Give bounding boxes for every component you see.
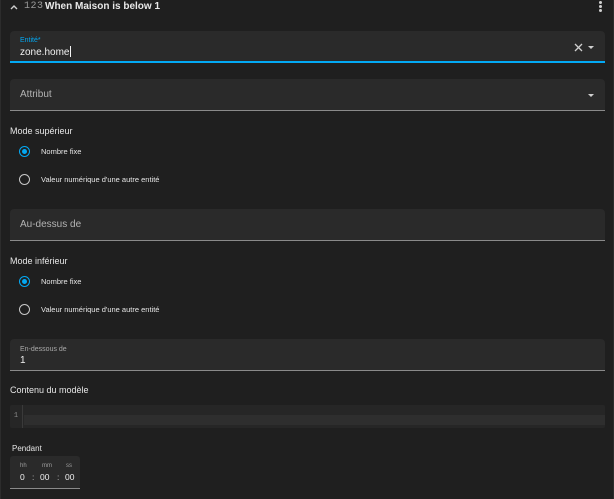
upper-mode-fixed-radio[interactable]: Nombre fixe [19, 146, 81, 157]
condition-card: 123 When Maison is below 1 Entité* zone.… [0, 0, 614, 499]
dots-vertical-icon[interactable] [595, 0, 605, 14]
seconds-value[interactable]: 00 [65, 472, 74, 482]
card-title: When Maison is below 1 [45, 1, 161, 12]
close-icon[interactable] [574, 43, 583, 52]
below-field-label: En-dessous de [20, 346, 67, 353]
seconds-unit-label: ss [66, 463, 72, 469]
duration-underline [10, 488, 80, 489]
entity-field-label: Entité* [20, 37, 41, 44]
time-separator: : [32, 472, 35, 482]
radio-unchecked-icon[interactable] [19, 304, 30, 315]
card-header[interactable]: 123 When Maison is below 1 [1, 0, 614, 15]
template-editor[interactable]: 1 [10, 405, 605, 428]
below-field[interactable]: En-dessous de 1 [10, 339, 605, 371]
template-title: Contenu du modèle [10, 385, 89, 395]
minutes-value[interactable]: 00 [40, 472, 49, 482]
radio-checked-icon[interactable] [19, 276, 30, 287]
menu-down-icon[interactable] [588, 94, 594, 97]
radio-label: Nombre fixe [41, 277, 82, 286]
lower-mode-title: Mode inférieur [10, 256, 68, 266]
attribute-select[interactable]: Attribut [10, 79, 605, 111]
radio-checked-icon[interactable] [19, 146, 30, 157]
code-line[interactable] [24, 415, 605, 425]
upper-mode-title: Mode supérieur [10, 126, 73, 136]
time-separator: : [57, 472, 60, 482]
minutes-unit-label: mm [42, 463, 52, 469]
hours-unit-label: hh [20, 463, 27, 469]
menu-down-icon[interactable] [588, 46, 594, 49]
numeric-type-icon: 123 [24, 1, 44, 12]
below-field-value[interactable]: 1 [20, 355, 26, 366]
radio-unchecked-icon[interactable] [19, 174, 30, 185]
duration-title: Pendant [12, 444, 42, 453]
chevron-up-icon[interactable] [9, 2, 19, 12]
above-placeholder: Au-dessus de [20, 219, 82, 230]
attribute-placeholder: Attribut [20, 89, 52, 100]
duration-input[interactable]: hh mm ss 0 : 00 : 00 [10, 456, 80, 489]
hours-value[interactable]: 0 [20, 472, 25, 482]
line-number: 1 [10, 405, 23, 428]
entity-field-value[interactable]: zone.home [20, 46, 72, 58]
radio-label: Nombre fixe [41, 147, 82, 156]
above-field[interactable]: Au-dessus de [10, 209, 605, 241]
lower-mode-entity-radio[interactable]: Valeur numérique d'une autre entité [19, 304, 159, 315]
radio-label: Valeur numérique d'une autre entité [41, 305, 160, 314]
upper-mode-entity-radio[interactable]: Valeur numérique d'une autre entité [19, 174, 159, 185]
entity-field[interactable]: Entité* zone.home [10, 31, 605, 63]
lower-mode-fixed-radio[interactable]: Nombre fixe [19, 276, 81, 287]
radio-label: Valeur numérique d'une autre entité [41, 175, 160, 184]
